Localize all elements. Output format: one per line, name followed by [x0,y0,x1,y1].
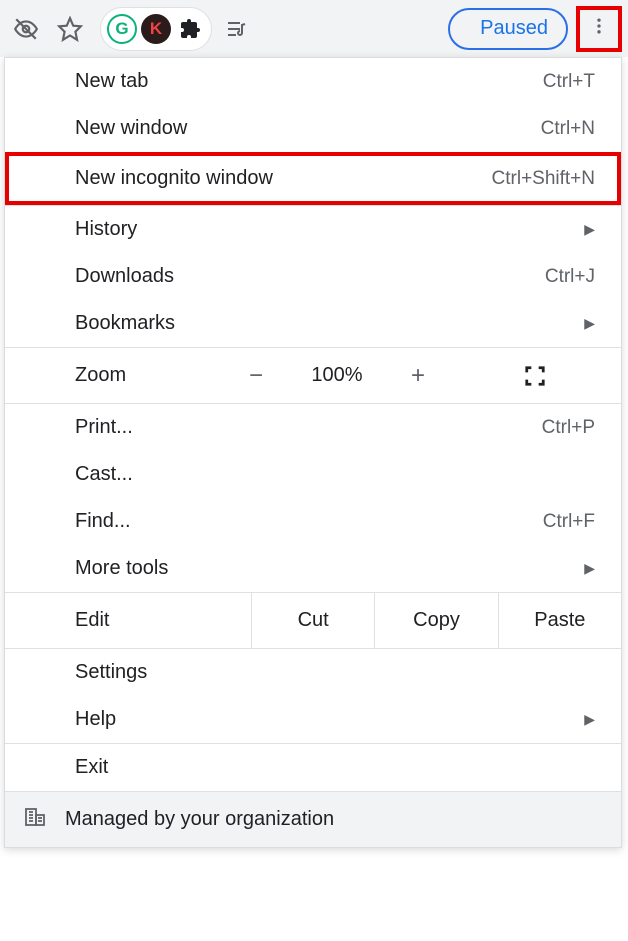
zoom-out-button[interactable]: − [225,362,287,390]
zoom-row: Zoom − 100% + [5,347,621,403]
menu-shortcut: Ctrl+P [542,417,595,439]
cut-button[interactable]: Cut [251,593,374,648]
copy-button[interactable]: Copy [374,593,497,648]
menu-item-print[interactable]: Print... Ctrl+P [5,404,621,451]
fullscreen-button[interactable] [449,365,621,387]
menu-item-downloads[interactable]: Downloads Ctrl+J [5,253,621,300]
grammarly-icon[interactable]: G [107,14,137,44]
chevron-right-icon: ▶ [584,315,595,332]
paused-label: Paused [480,17,548,40]
menu-item-new-window[interactable]: New window Ctrl+N [5,105,621,152]
menu-item-history[interactable]: History ▶ [5,206,621,253]
extension-k-icon[interactable]: K [141,14,171,44]
chevron-right-icon: ▶ [584,221,595,238]
edit-row: Edit Cut Copy Paste [5,592,621,648]
chevron-right-icon: ▶ [584,711,595,728]
menu-shortcut: Ctrl+T [543,71,595,93]
chrome-main-menu: New tab Ctrl+T New window Ctrl+N New inc… [4,57,622,848]
menu-label: Find... [75,510,543,533]
zoom-label: Zoom [5,364,225,387]
menu-label: Exit [75,756,595,779]
menu-label: History [75,218,584,241]
building-icon [23,805,47,835]
menu-label: New incognito window [75,167,492,190]
chevron-right-icon: ▶ [584,560,595,577]
menu-item-bookmarks[interactable]: Bookmarks ▶ [5,300,621,347]
menu-label: Settings [75,661,595,684]
profile-paused-button[interactable]: Paused [448,8,568,50]
menu-label: New window [75,117,541,140]
zoom-in-button[interactable]: + [387,362,449,390]
media-control-icon[interactable] [216,9,256,49]
menu-item-new-incognito[interactable]: New incognito window Ctrl+Shift+N [5,152,621,205]
zoom-value: 100% [287,364,387,387]
managed-footer[interactable]: Managed by your organization [5,791,621,847]
menu-label: Bookmarks [75,312,584,335]
menu-item-find[interactable]: Find... Ctrl+F [5,498,621,545]
menu-item-cast[interactable]: Cast... [5,451,621,498]
menu-label: Print... [75,416,542,439]
menu-shortcut: Ctrl+J [545,266,595,288]
browser-toolbar: G K Paused [0,0,628,57]
menu-item-exit[interactable]: Exit [5,744,621,791]
menu-label: Help [75,708,584,731]
menu-dots-icon[interactable] [589,13,609,44]
menu-shortcut: Ctrl+N [541,118,595,140]
menu-item-help[interactable]: Help ▶ [5,696,621,743]
menu-shortcut: Ctrl+Shift+N [492,168,595,190]
menu-item-new-tab[interactable]: New tab Ctrl+T [5,58,621,105]
paste-button[interactable]: Paste [498,593,621,648]
menu-item-more-tools[interactable]: More tools ▶ [5,545,621,592]
menu-item-settings[interactable]: Settings [5,649,621,696]
menu-shortcut: Ctrl+F [543,511,595,533]
menu-label: Downloads [75,265,545,288]
extensions-zone: G K [100,7,212,51]
star-icon[interactable] [50,9,90,49]
menu-button-highlight [576,6,622,52]
managed-label: Managed by your organization [65,808,334,831]
menu-label: More tools [75,557,584,580]
menu-label: New tab [75,70,543,93]
menu-label: Cast... [75,463,595,486]
edit-label: Edit [5,593,251,648]
eye-slash-icon[interactable] [6,9,46,49]
puzzle-icon[interactable] [175,14,205,44]
